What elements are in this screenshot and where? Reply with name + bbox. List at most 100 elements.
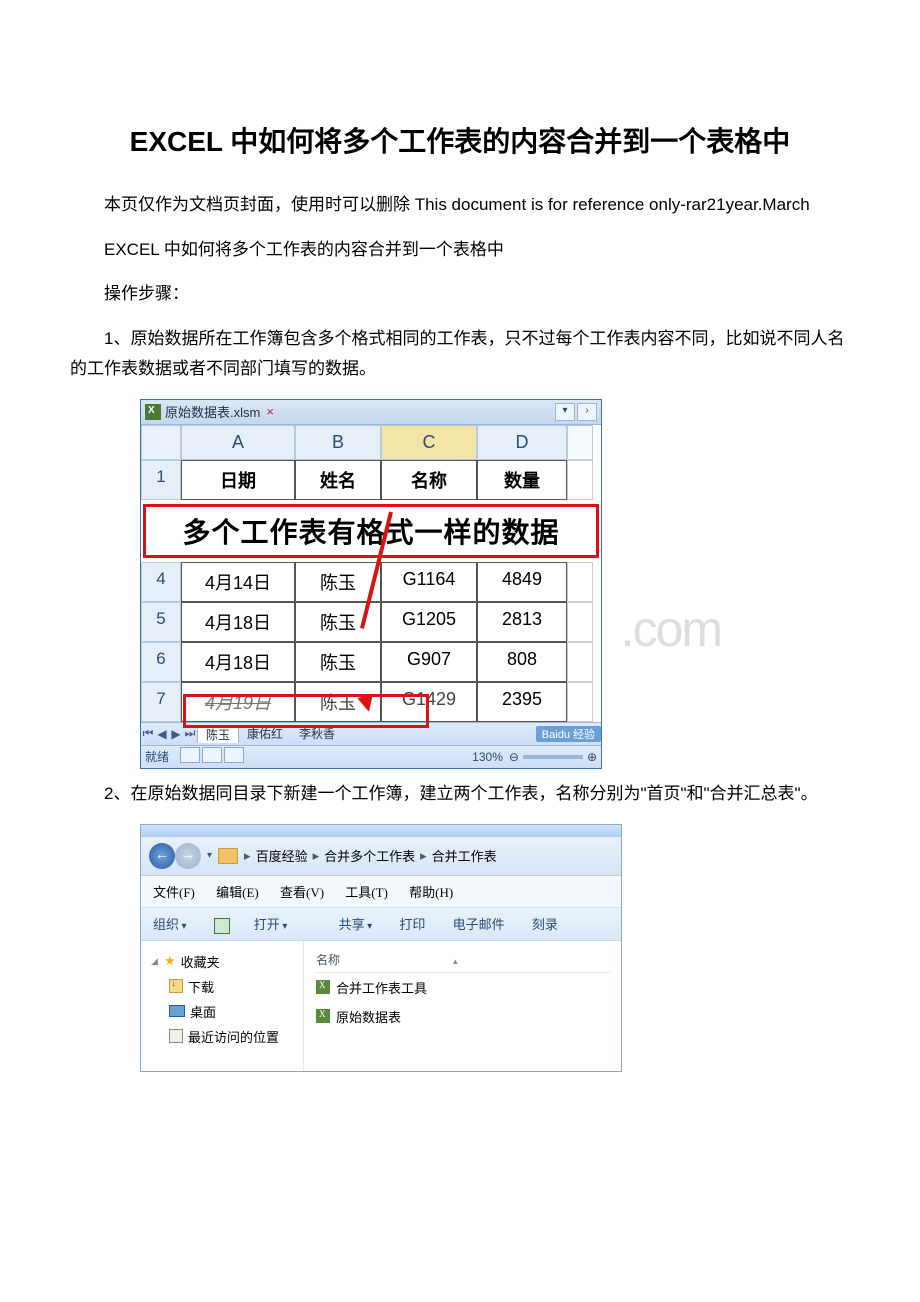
cell[interactable]: G907 [381, 642, 477, 682]
cell-extra [567, 562, 593, 602]
last-sheet-icon[interactable]: ⏭ [183, 726, 197, 741]
excel-titlebar: 原始数据表.xlsm × ▾ › [141, 400, 601, 425]
annotation-banner: 多个工作表有格式一样的数据 [143, 504, 599, 558]
cell[interactable]: 4月18日 [181, 602, 295, 642]
recent-places-icon [169, 1029, 183, 1043]
menu-tools[interactable]: 工具(T) [345, 885, 388, 900]
cell[interactable]: 4849 [477, 562, 567, 602]
column-header-label: 名称 [316, 953, 340, 967]
row-header[interactable]: 6 [141, 642, 181, 682]
explorer-screenshot: ← → ▾ ▸ 百度经验 ▸ 合并多个工作表 ▸ 合并工作表 文件(F) 编辑(… [140, 824, 622, 1072]
column-header-name[interactable]: 名称 ▴ [314, 947, 611, 973]
nav-downloads[interactable]: 下载 [147, 974, 297, 999]
row-header[interactable]: 5 [141, 602, 181, 642]
file-list-pane: 名称 ▴ 合并工作表工具 原始数据表 [304, 941, 621, 1071]
col-header-extra [567, 425, 593, 460]
cell[interactable]: 4月14日 [181, 562, 295, 602]
next-sheet-icon[interactable]: ▶ [169, 727, 183, 741]
header-date[interactable]: 日期 [181, 460, 295, 500]
cell[interactable]: 808 [477, 642, 567, 682]
workbook-tab-name[interactable]: 原始数据表.xlsm [165, 402, 260, 421]
sheet-tab[interactable]: 李秋香 [291, 725, 343, 742]
step-2: 2、在原始数据同目录下新建一个工作簿，建立两个工作表，名称分别为"首页"和"合并… [70, 779, 850, 810]
menu-file[interactable]: 文件(F) [153, 885, 195, 900]
tree-collapse-icon[interactable]: ◢ [151, 956, 159, 967]
menu-view[interactable]: 查看(V) [280, 885, 324, 900]
page-title: EXCEL 中如何将多个工作表的内容合并到一个表格中 [70, 120, 850, 160]
view-buttons[interactable] [179, 747, 245, 766]
excel-file-icon [316, 980, 330, 994]
nav-item-label: 下载 [188, 977, 214, 996]
row-header[interactable]: 4 [141, 562, 181, 602]
status-text: 就绪 [145, 748, 169, 765]
nav-forward-icon[interactable]: → [175, 843, 201, 869]
open-button[interactable]: 打开 [214, 917, 312, 932]
nav-item-label: 桌面 [190, 1002, 216, 1021]
prev-sheet-icon[interactable]: ◀ [155, 727, 169, 741]
nav-desktop[interactable]: 桌面 [147, 999, 297, 1024]
select-all-corner[interactable] [141, 425, 181, 460]
nav-back-icon[interactable]: ← [149, 843, 175, 869]
col-header-d[interactable]: D [477, 425, 567, 460]
header-qty[interactable]: 数量 [477, 460, 567, 500]
header-name[interactable]: 姓名 [295, 460, 381, 500]
cell-extra [567, 602, 593, 642]
zoom-out-icon[interactable]: ⊖ [509, 750, 519, 764]
breadcrumb-item[interactable]: 合并工作表 [429, 846, 500, 865]
cell[interactable]: 4月18日 [181, 642, 295, 682]
menu-help[interactable]: 帮助(H) [409, 885, 453, 900]
organize-button[interactable]: 组织 [153, 917, 187, 932]
file-item[interactable]: 合并工作表工具 [314, 973, 611, 1002]
file-name: 原始数据表 [336, 1007, 401, 1026]
favorites-group[interactable]: ◢ ★ 收藏夹 [147, 949, 297, 974]
zoom-in-icon[interactable]: ⊕ [587, 750, 597, 764]
worksheet: A B C D 1 日期 姓名 名称 数量 多个工作表有格式一样的数据 4 4月… [141, 425, 601, 722]
cell[interactable]: 2395 [477, 682, 567, 722]
titlebar-dropdown-icon[interactable]: ▾ [555, 403, 575, 421]
banner-text: 多个工作表有格式一样的数据 [146, 507, 596, 555]
breadcrumb-item[interactable]: 合并多个工作表 [321, 846, 418, 865]
zoom-slider[interactable] [523, 755, 583, 759]
cell[interactable]: 4月19日 [181, 682, 295, 722]
crumb-sep-icon: ▸ [311, 848, 322, 864]
close-tab-icon[interactable]: × [266, 404, 274, 419]
nav-history-dropdown-icon[interactable]: ▾ [207, 850, 212, 861]
print-button[interactable]: 打印 [399, 917, 425, 932]
cell[interactable]: G1164 [381, 562, 477, 602]
address-bar: ← → ▾ ▸ 百度经验 ▸ 合并多个工作表 ▸ 合并工作表 [141, 837, 621, 876]
open-icon [214, 918, 230, 934]
burn-button[interactable]: 刻录 [532, 917, 558, 932]
cell[interactable]: G1429 [381, 682, 477, 722]
email-button[interactable]: 电子邮件 [453, 917, 505, 932]
row-header[interactable]: 7 [141, 682, 181, 722]
sheet-tab[interactable]: 陈玉 [197, 725, 239, 743]
nav-pane: ◢ ★ 收藏夹 下载 桌面 最近访问的位置 [141, 941, 304, 1071]
watermark-text: .com [621, 600, 721, 658]
excel-file-icon [145, 404, 161, 420]
cell[interactable]: 陈玉 [295, 642, 381, 682]
window-titlebar [141, 825, 621, 837]
disclaimer: 本页仅作为文档页封面，使用时可以删除 This document is for … [70, 190, 850, 221]
crumb-sep-icon: ▸ [418, 848, 429, 864]
col-header-c[interactable]: C [381, 425, 477, 460]
col-header-a[interactable]: A [181, 425, 295, 460]
row-header-1[interactable]: 1 [141, 460, 181, 500]
zoom-level[interactable]: 130% [472, 750, 503, 764]
sort-indicator-icon: ▴ [453, 956, 458, 966]
menu-edit[interactable]: 编辑(E) [216, 885, 259, 900]
file-item[interactable]: 原始数据表 [314, 1002, 611, 1031]
watermark-badge: Baidu 经验 [536, 726, 601, 742]
breadcrumb-item[interactable]: 百度经验 [253, 846, 311, 865]
first-sheet-icon[interactable]: ⏮ [141, 726, 155, 741]
header-title[interactable]: 名称 [381, 460, 477, 500]
cell[interactable]: 2813 [477, 602, 567, 642]
col-header-b[interactable]: B [295, 425, 381, 460]
favorites-label: 收藏夹 [181, 952, 220, 971]
share-button[interactable]: 共享 [339, 917, 373, 932]
nav-recent[interactable]: 最近访问的位置 [147, 1024, 297, 1049]
cell[interactable]: G1205 [381, 602, 477, 642]
nav-item-label: 最近访问的位置 [188, 1027, 279, 1046]
titlebar-chevron-icon[interactable]: › [577, 403, 597, 421]
cell-extra [567, 642, 593, 682]
sheet-tab[interactable]: 康佑红 [239, 725, 291, 742]
